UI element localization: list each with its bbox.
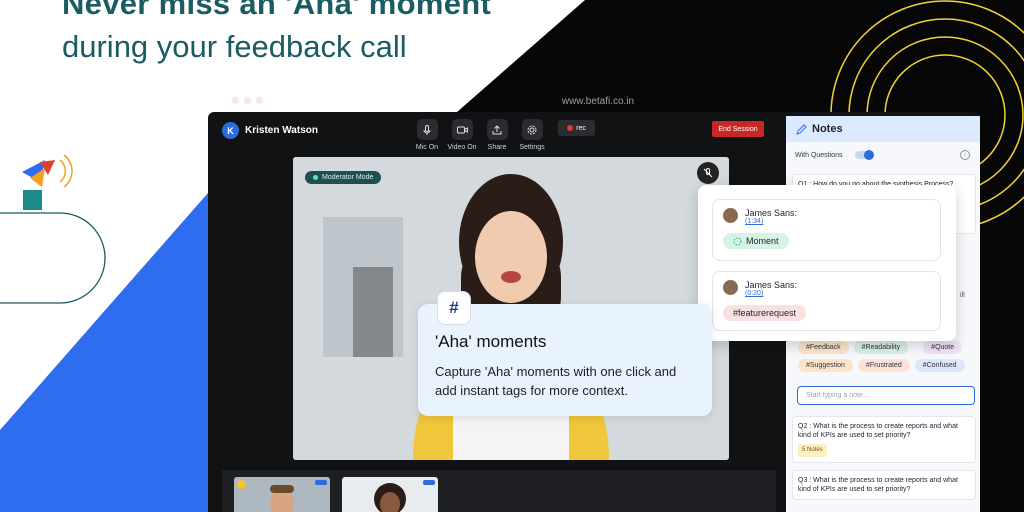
bird-logo-icon xyxy=(22,154,73,210)
video-icon xyxy=(451,119,473,140)
tag-chip[interactable]: #Readability xyxy=(853,341,909,354)
end-session-button[interactable]: End Session xyxy=(712,121,764,137)
video-label: Video On xyxy=(447,144,477,151)
pencil-icon xyxy=(796,123,807,135)
call-toolbar: K Kristen Watson Mic On Video On Share S… xyxy=(208,112,786,152)
settings-label: Settings xyxy=(519,144,545,151)
moments-popup: James Sans: (1:34) Moment James Sans: (0… xyxy=(698,185,956,341)
mic-off-icon[interactable] xyxy=(697,162,719,184)
more-icon[interactable] xyxy=(423,480,435,485)
question-card-3[interactable]: Q3 : What is the process to create repor… xyxy=(792,470,976,500)
moment-tag[interactable]: Moment xyxy=(723,233,789,249)
gear-icon xyxy=(521,119,543,140)
share-icon xyxy=(486,119,508,140)
notes-title: Notes xyxy=(812,123,843,135)
moment-tag-label: Moment xyxy=(746,236,779,246)
url-text[interactable]: www.betafi.co.in xyxy=(558,96,638,108)
tooltip-title: 'Aha' moments xyxy=(435,332,547,351)
moderator-mode-badge[interactable]: Moderator Mode xyxy=(305,171,382,184)
participant-strip xyxy=(222,470,776,512)
note-input[interactable]: Start typing a note... xyxy=(797,386,975,405)
notes-header: Notes xyxy=(786,116,980,142)
video-button[interactable]: Video On xyxy=(442,119,482,151)
partial-note-text: ill xyxy=(960,292,965,299)
participant-thumb-2[interactable] xyxy=(342,477,438,512)
aha-tooltip: # 'Aha' moments Capture 'Aha' moments wi… xyxy=(418,291,712,416)
mic-button[interactable]: Mic On xyxy=(407,119,447,151)
note-placeholder: Start typing a note... xyxy=(806,392,869,399)
user-info: K Kristen Watson xyxy=(222,122,318,139)
settings-button[interactable]: Settings xyxy=(512,119,552,151)
moment-card-2[interactable]: James Sans: (0:20) #featurerequest xyxy=(712,271,941,331)
with-questions-label: With Questions xyxy=(795,151,843,159)
question-text: Q2 : What is the process to create repor… xyxy=(798,423,958,439)
tag-chip[interactable]: #Feedback xyxy=(798,341,849,354)
more-icon[interactable] xyxy=(315,480,327,485)
record-button[interactable]: rec xyxy=(558,120,595,136)
mic-icon xyxy=(416,119,438,140)
with-questions-toggle[interactable] xyxy=(854,150,874,160)
author-name: James Sans: xyxy=(745,280,798,290)
status-dot-icon xyxy=(313,175,318,180)
tag-chip[interactable]: #Confused xyxy=(914,359,965,372)
window-dots xyxy=(232,97,263,104)
question-text: Q3 : What is the process to create repor… xyxy=(798,477,958,493)
tooltip-body: Capture 'Aha' moments with one click and… xyxy=(435,364,677,398)
crown-icon xyxy=(237,480,246,489)
mic-label: Mic On xyxy=(415,144,439,151)
feature-request-tag[interactable]: #featurerequest xyxy=(723,305,807,321)
hash-icon: # xyxy=(437,291,471,325)
tag-chip[interactable]: #Frustrated xyxy=(857,359,910,372)
record-label: rec xyxy=(576,124,586,132)
timestamp-link[interactable]: (1:34) xyxy=(745,218,930,225)
avatar xyxy=(723,280,738,295)
avatar: K xyxy=(222,122,239,139)
tag-chip[interactable]: #Suggestion xyxy=(798,359,853,372)
notes-count-badge: 5 Notes xyxy=(798,444,827,457)
record-dot-icon xyxy=(567,125,574,131)
author-name: James Sans: xyxy=(745,208,798,218)
headline: Never miss an 'Aha' moment xyxy=(62,0,492,21)
participant-thumb-1[interactable] xyxy=(234,477,330,512)
tag-list: #Feedback #Readability #Quote #Suggestio… xyxy=(798,341,973,372)
moderator-label: Moderator Mode xyxy=(322,174,374,181)
moment-card-1[interactable]: James Sans: (1:34) Moment xyxy=(712,199,941,261)
spinner-icon xyxy=(733,237,742,245)
question-card-2[interactable]: Q2 : What is the process to create repor… xyxy=(792,416,976,463)
timestamp-link[interactable]: (0:20) xyxy=(745,290,930,297)
tag-chip[interactable]: #Quote xyxy=(923,341,963,354)
with-questions-row: With Questions i xyxy=(786,142,980,160)
info-icon[interactable]: i xyxy=(960,150,970,160)
user-name: Kristen Watson xyxy=(245,125,318,136)
avatar xyxy=(723,208,738,223)
share-button[interactable]: Share xyxy=(477,119,517,151)
share-label: Share xyxy=(487,144,507,151)
subline: during your feedback call xyxy=(62,29,407,64)
